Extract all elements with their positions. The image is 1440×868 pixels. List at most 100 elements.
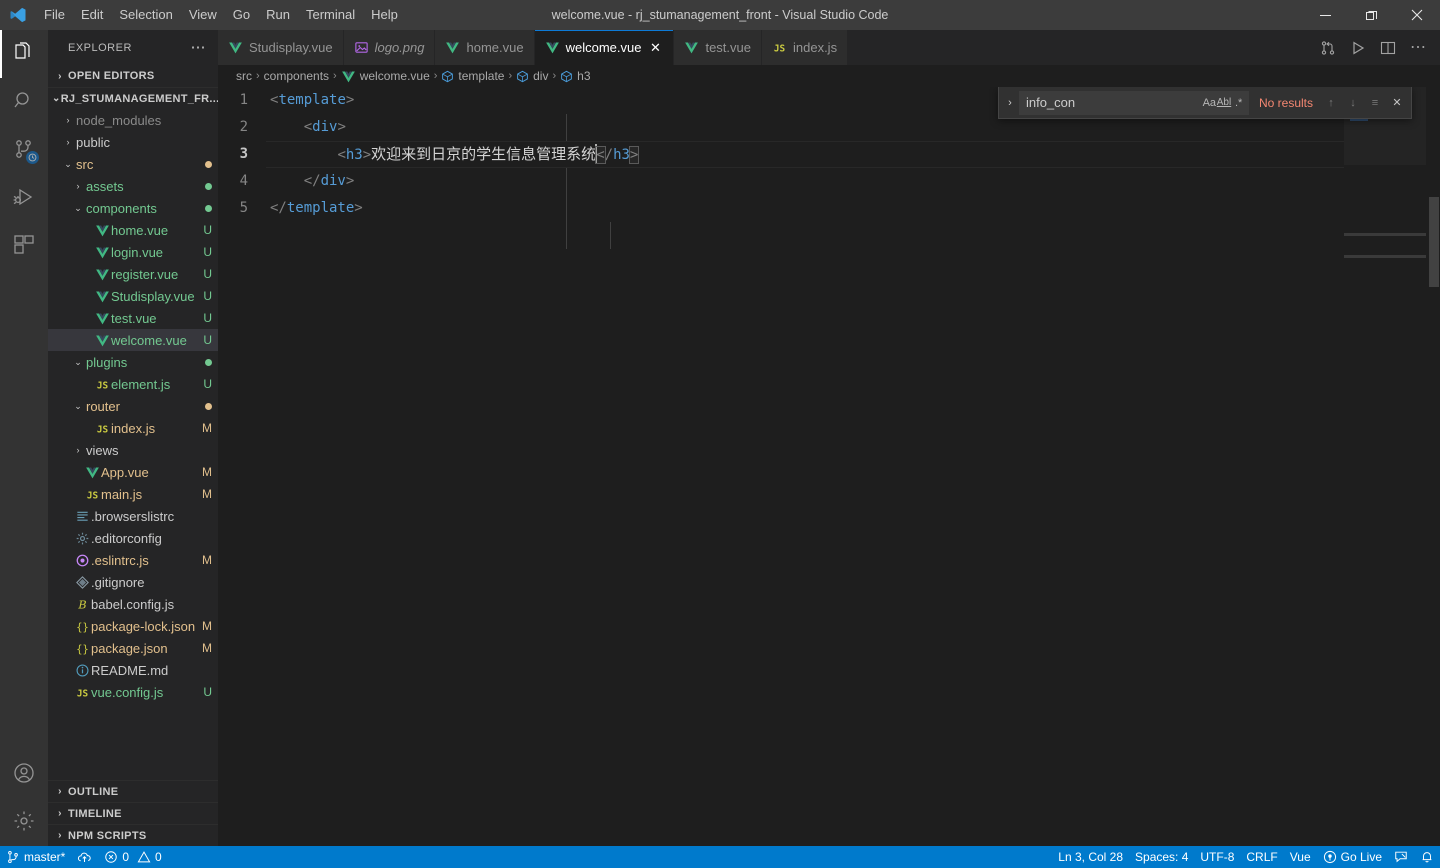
minimize-button[interactable]: [1302, 0, 1348, 30]
close-find-button[interactable]: ✕: [1387, 93, 1407, 113]
run-play-icon[interactable]: [1344, 30, 1372, 65]
status-language-mode[interactable]: Vue: [1284, 846, 1317, 868]
menu-help[interactable]: Help: [363, 0, 406, 30]
tree-item--eslintrc-js[interactable]: .eslintrc.js M: [48, 549, 218, 571]
tree-item-vue-config-js[interactable]: JS vue.config.js U: [48, 681, 218, 703]
code-line-3[interactable]: 3 <h3>欢迎来到日京的学生信息管理系统</h3>: [218, 141, 1344, 168]
tree-item-home-vue[interactable]: home.vue U: [48, 219, 218, 241]
minimap[interactable]: [1344, 87, 1440, 846]
tab-close-icon[interactable]: ✕: [647, 40, 663, 56]
menu-go[interactable]: Go: [225, 0, 258, 30]
tree-item-components[interactable]: ⌄ components: [48, 197, 218, 219]
editor-scrollbar-thumb[interactable]: [1429, 197, 1439, 287]
tree-item-index-js[interactable]: JS index.js M: [48, 417, 218, 439]
section-npm-scripts[interactable]: › NPM SCRIPTS: [48, 824, 218, 846]
tab-welcome-vue[interactable]: welcome.vue ✕: [534, 30, 675, 65]
regex-toggle[interactable]: .*: [1231, 93, 1246, 113]
tab-logo-png[interactable]: logo.png: [343, 30, 436, 65]
tree-item-public[interactable]: › public: [48, 131, 218, 153]
tree-item-package-json[interactable]: {} package.json M: [48, 637, 218, 659]
menu-edit[interactable]: Edit: [73, 0, 111, 30]
tree-item-main-js[interactable]: JS main.js M: [48, 483, 218, 505]
find-previous-button[interactable]: ↑: [1321, 93, 1341, 113]
tree-item-babel-config-js[interactable]: Bbabel.config.js: [48, 593, 218, 615]
tab-index-js[interactable]: JS index.js: [761, 30, 849, 65]
breadcrumb-item-components[interactable]: components: [264, 69, 329, 83]
maximize-button[interactable]: [1348, 0, 1394, 30]
whole-word-toggle[interactable]: Abl: [1217, 93, 1232, 113]
status-notifications[interactable]: [1414, 846, 1440, 868]
tree-item-views[interactable]: › views: [48, 439, 218, 461]
tree-item-readme-md[interactable]: README.md: [48, 659, 218, 681]
activity-source-control[interactable]: [0, 126, 48, 174]
tree-item-element-js[interactable]: JS element.js U: [48, 373, 218, 395]
tab-studisplay-vue[interactable]: Studisplay.vue: [218, 30, 344, 65]
tree-item--editorconfig[interactable]: .editorconfig: [48, 527, 218, 549]
match-case-toggle[interactable]: Aa: [1202, 93, 1217, 113]
menu-run[interactable]: Run: [258, 0, 298, 30]
menu-view[interactable]: View: [181, 0, 225, 30]
tree-item-assets[interactable]: › assets: [48, 175, 218, 197]
open-changes-icon[interactable]: [1314, 30, 1342, 65]
tree-item-studisplay-vue[interactable]: Studisplay.vue U: [48, 285, 218, 307]
tree-item-src[interactable]: ⌄ src: [48, 153, 218, 175]
section-timeline[interactable]: › TIMELINE: [48, 802, 218, 824]
code-line-5[interactable]: 5 </template>: [218, 195, 1344, 222]
find-in-selection-button[interactable]: ≡: [1365, 93, 1385, 113]
activity-explorer[interactable]: [0, 30, 48, 78]
tree-item-app-vue[interactable]: App.vue M: [48, 461, 218, 483]
section-project-root[interactable]: ⌄ RJ_STUMANAGEMENT_FR...: [48, 87, 219, 109]
tree-item-plugins[interactable]: ⌄ plugins: [48, 351, 218, 373]
status-encoding[interactable]: UTF-8: [1194, 846, 1240, 868]
tree-item-router[interactable]: ⌄ router: [48, 395, 218, 417]
tree-item-test-vue[interactable]: test.vue U: [48, 307, 218, 329]
find-input-box[interactable]: Aa Abl .*: [1018, 90, 1249, 115]
split-editor-icon[interactable]: [1374, 30, 1402, 65]
overview-ruler[interactable]: [1426, 87, 1440, 846]
tree-item-register-vue[interactable]: register.vue U: [48, 263, 218, 285]
toggle-replace-icon[interactable]: ›: [1001, 97, 1019, 109]
breadcrumb[interactable]: src › components › welcome.vue › template › div ›…: [218, 65, 1440, 87]
tab-test-vue[interactable]: test.vue: [674, 30, 762, 65]
tabs-container[interactable]: Studisplay.vue logo.png home.vue welcome.vu…: [218, 30, 849, 65]
tree-item-node-modules[interactable]: › node_modules: [48, 109, 218, 131]
status-go-live[interactable]: Go Live: [1317, 846, 1388, 868]
breadcrumb-item-welcome-vue[interactable]: welcome.vue: [341, 69, 430, 84]
status-eol[interactable]: CRLF: [1240, 846, 1283, 868]
activity-run-debug[interactable]: [0, 174, 48, 222]
activity-search[interactable]: [0, 78, 48, 126]
tree-item-welcome-vue[interactable]: welcome.vue U: [48, 329, 218, 351]
menu-selection[interactable]: Selection: [111, 0, 180, 30]
activity-accounts[interactable]: [0, 750, 48, 798]
tree-item--gitignore[interactable]: .gitignore: [48, 571, 218, 593]
find-widget[interactable]: › Aa Abl .* No results ↑ ↓ ≡ ✕: [997, 87, 1412, 119]
breadcrumb-item-h3[interactable]: h3: [560, 69, 591, 83]
activity-settings[interactable]: [0, 798, 48, 846]
tree-item-package-lock-json[interactable]: {} package-lock.json M: [48, 615, 218, 637]
status-feedback[interactable]: [1388, 846, 1414, 868]
tree-item-login-vue[interactable]: login.vue U: [48, 241, 218, 263]
find-next-button[interactable]: ↓: [1343, 93, 1363, 113]
code-line-4[interactable]: 4 </div>: [218, 168, 1344, 195]
menu-file[interactable]: File: [36, 0, 73, 30]
section-open-editors[interactable]: › OPEN EDITORS: [48, 65, 218, 87]
activity-extensions[interactable]: [0, 222, 48, 270]
status-branch[interactable]: master*: [0, 846, 71, 868]
breadcrumb-item-div[interactable]: div: [516, 69, 548, 83]
tab-home-vue[interactable]: home.vue: [435, 30, 535, 65]
status-indentation[interactable]: Spaces: 4: [1129, 846, 1194, 868]
find-input[interactable]: [1025, 95, 1202, 110]
section-outline[interactable]: › OUTLINE: [48, 780, 218, 802]
close-button[interactable]: [1394, 0, 1440, 30]
sidebar-more-actions-icon[interactable]: ⋯: [191, 40, 211, 55]
tree-item--browserslistrc[interactable]: .browserslistrc: [48, 505, 218, 527]
file-tree[interactable]: › node_modules › public ⌄ src › assets ⌄ componen…: [48, 109, 218, 780]
status-problems[interactable]: 0 0: [98, 846, 167, 868]
status-editor-position[interactable]: Ln 3, Col 28: [1052, 846, 1129, 868]
status-sync-changes[interactable]: [71, 846, 98, 868]
more-actions-icon[interactable]: ⋯: [1404, 30, 1432, 65]
breadcrumb-item-src[interactable]: src: [236, 69, 252, 83]
breadcrumb-item-template[interactable]: template: [441, 69, 504, 83]
menu-terminal[interactable]: Terminal: [298, 0, 363, 30]
code-editor[interactable]: 1 <template> 2 <div> 3 <h3>欢迎来到日京的学生信息管理…: [218, 87, 1344, 846]
